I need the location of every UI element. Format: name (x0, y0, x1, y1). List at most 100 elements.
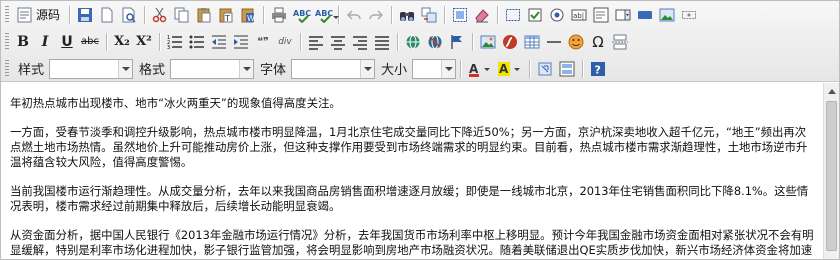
editor-content[interactable]: 年初热点城市出现楼市、地市“冰火两重天”的现象值得高度关注。 一方面，受春节淡季… (1, 83, 823, 259)
justify-button[interactable] (371, 31, 393, 53)
replace-button[interactable] (418, 4, 440, 26)
outdent-button[interactable] (208, 31, 230, 53)
preview-button[interactable] (118, 4, 140, 26)
flash-icon (502, 34, 518, 50)
page-break-button[interactable] (609, 31, 631, 53)
cut-button[interactable] (149, 4, 171, 26)
hidden-field-button[interactable] (678, 4, 700, 26)
blockquote-button[interactable]: ❝❞ (252, 31, 274, 53)
indent-icon (233, 34, 249, 50)
image-button-field-button[interactable] (656, 4, 678, 26)
maximize-button[interactable] (534, 58, 556, 80)
remove-format-button[interactable] (471, 4, 493, 26)
outdent-icon (211, 34, 227, 50)
print-icon (271, 7, 287, 23)
background-color-icon: A (498, 61, 522, 77)
text-color-letter: A (469, 62, 479, 76)
bold-button[interactable]: B (12, 31, 34, 53)
bold-glyph: B (17, 33, 29, 50)
style-select[interactable] (49, 58, 134, 79)
italic-button[interactable]: I (34, 31, 56, 53)
toolbar-grip (5, 5, 9, 24)
align-left-button[interactable] (305, 31, 327, 53)
show-blocks-icon (559, 61, 575, 77)
horizontal-rule-button[interactable] (543, 31, 565, 53)
omega-icon: Ω (592, 32, 604, 51)
vertical-scrollbar[interactable] (823, 83, 839, 259)
source-icon (17, 7, 33, 23)
superscript-button[interactable]: X² (133, 31, 155, 53)
smiley-button[interactable] (565, 31, 587, 53)
scroll-up-icon[interactable] (824, 83, 839, 99)
special-char-button[interactable]: Ω (587, 31, 609, 53)
paste-text-button[interactable]: T (215, 4, 237, 26)
form-button[interactable] (502, 4, 524, 26)
toolbar-grip (5, 32, 9, 51)
numbered-list-icon: 123 (167, 34, 183, 51)
image-button[interactable] (477, 31, 499, 53)
underline-button[interactable]: U (56, 31, 78, 53)
select-all-button[interactable] (449, 4, 471, 26)
align-right-icon (352, 34, 368, 50)
new-page-button[interactable] (96, 4, 118, 26)
checkbox-icon (527, 7, 543, 23)
separator (460, 59, 462, 78)
print-button[interactable] (268, 4, 290, 26)
style-label: 样式 (18, 63, 45, 78)
create-div-button[interactable]: div (274, 31, 296, 53)
help-text: ? (595, 63, 601, 76)
button-field-button[interactable] (634, 4, 656, 26)
find-button[interactable] (396, 4, 418, 26)
form-icon (505, 7, 521, 23)
align-center-button[interactable] (327, 31, 349, 53)
paste-word-button[interactable]: W (237, 4, 259, 26)
bg-color-button[interactable]: A (495, 58, 525, 80)
save-button[interactable] (74, 4, 96, 26)
undo-icon (346, 7, 362, 23)
unlink-button[interactable] (424, 31, 446, 53)
strike-glyph: abc (81, 36, 99, 47)
align-right-button[interactable] (349, 31, 371, 53)
spellcheck-button[interactable]: ABC (290, 4, 312, 26)
radio-button[interactable] (546, 4, 568, 26)
flash-button[interactable] (499, 31, 521, 53)
table-button[interactable] (521, 31, 543, 53)
format-label: 格式 (139, 63, 166, 78)
bg-color-letter: A (499, 62, 509, 76)
chevron-down-icon (239, 59, 254, 78)
strike-button[interactable]: abc (78, 31, 102, 53)
paste-button[interactable] (193, 4, 215, 26)
hidden-field-icon (681, 7, 697, 23)
bulleted-list-button[interactable] (186, 31, 208, 53)
show-blocks-button[interactable] (556, 58, 578, 80)
paste-word-icon: W (240, 7, 256, 23)
format-select[interactable] (170, 58, 255, 79)
link-button[interactable] (402, 31, 424, 53)
copy-button[interactable] (171, 4, 193, 26)
redo-button[interactable] (365, 4, 387, 26)
font-select[interactable] (291, 58, 376, 79)
separator (582, 59, 584, 78)
numbered-list-button[interactable]: 123 (164, 31, 186, 53)
toolbar-row-3: 样式 格式 字体 大小 A A ? (4, 55, 836, 82)
new-page-icon (99, 7, 115, 23)
undo-button[interactable] (343, 4, 365, 26)
source-button[interactable]: 源码 (12, 4, 65, 26)
subscript-glyph: X₂ (114, 34, 130, 49)
textarea-button[interactable] (590, 4, 612, 26)
svg-text:T: T (224, 14, 230, 23)
select-field-button[interactable] (612, 4, 634, 26)
toolbar-grip (5, 59, 9, 78)
checkbox-button[interactable] (524, 4, 546, 26)
indent-button[interactable] (230, 31, 252, 53)
subscript-button[interactable]: X₂ (111, 31, 133, 53)
separator (444, 5, 446, 24)
text-color-button[interactable]: A (465, 58, 495, 80)
anchor-button[interactable] (446, 31, 468, 53)
help-button[interactable]: ? (587, 58, 609, 80)
text-field-button[interactable]: ab| (568, 4, 590, 26)
separator (396, 32, 398, 51)
spellcheck-as-you-type-button[interactable]: ABC (312, 4, 340, 26)
scrollbar-thumb[interactable] (826, 101, 837, 251)
size-select[interactable] (412, 58, 457, 79)
